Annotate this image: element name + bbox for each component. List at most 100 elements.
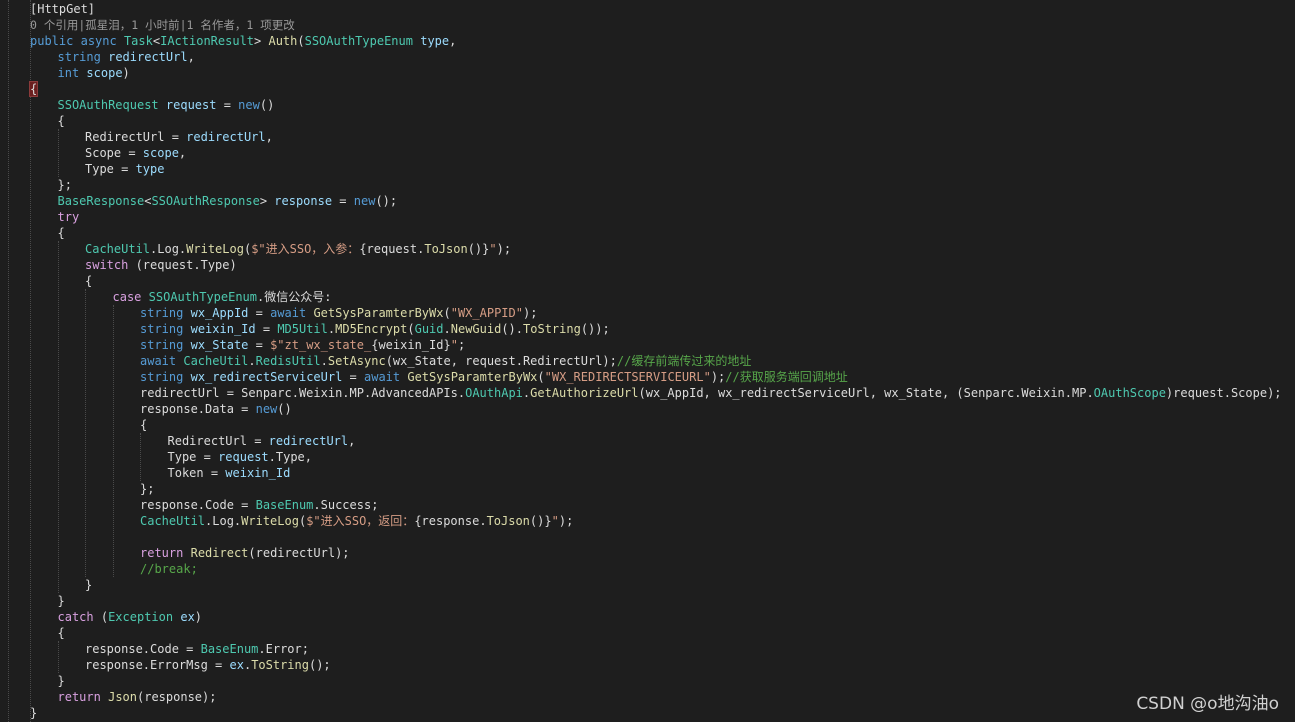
code-token: (); (308, 658, 331, 672)
code-token: new (238, 98, 260, 112)
code-text: { (58, 225, 65, 241)
code-line[interactable]: } (0, 705, 1295, 721)
code-line[interactable]: }; (0, 177, 1295, 193)
code-line[interactable]: RedirectUrl = redirectUrl, (0, 433, 1295, 449)
code-token: MD5Util (277, 322, 328, 336)
code-line[interactable]: return Json(response); (0, 689, 1295, 705)
code-token: } (30, 706, 38, 720)
code-token: . (248, 354, 256, 368)
code-token: ()} (467, 242, 490, 256)
code-token: await (140, 354, 177, 368)
code-line[interactable]: string wx_State = $"zt_wx_state_{weixin_… (0, 337, 1295, 353)
code-text: { (140, 417, 147, 433)
codelens-line[interactable]: 0 个引用|孤星泪，1 小时前|1 名作者，1 项更改 (0, 17, 1295, 33)
code-text: try (58, 209, 80, 225)
code-token: OAuthScope (1093, 386, 1166, 400)
code-line[interactable]: return Redirect(redirectUrl); (0, 545, 1295, 561)
code-token: { (57, 114, 65, 128)
code-text: //break; (140, 561, 198, 577)
code-line[interactable]: } (0, 577, 1295, 593)
code-text: await CacheUtil.RedisUtil.SetAsync(wx_St… (140, 353, 751, 369)
code-token: wx_State (190, 338, 249, 352)
code-line[interactable]: SSOAuthRequest request = new() (0, 97, 1295, 113)
code-line[interactable]: Type = type (0, 161, 1295, 177)
code-token: response (274, 194, 333, 208)
code-line[interactable]: string redirectUrl, (0, 49, 1295, 65)
code-line[interactable]: public async Task<IActionResult> Auth(SS… (0, 33, 1295, 49)
code-token: Scope = (85, 146, 143, 160)
code-text: int scope) (58, 65, 130, 81)
code-token: Auth (268, 34, 298, 48)
code-line[interactable]: response.ErrorMsg = ex.ToString(); (0, 657, 1295, 673)
code-line[interactable]: { (0, 273, 1295, 289)
code-line[interactable]: response.Data = new() (0, 401, 1295, 417)
code-token: ()} (529, 514, 552, 528)
code-line[interactable]: //break; (0, 561, 1295, 577)
code-line[interactable]: string wx_AppId = await GetSysParamterBy… (0, 305, 1295, 321)
code-token: SSOAuthRequest (57, 98, 159, 112)
code-line[interactable]: }; (0, 481, 1295, 497)
code-line[interactable]: response.Code = BaseEnum.Success; (0, 497, 1295, 513)
code-line[interactable]: RedirectUrl = redirectUrl, (0, 129, 1295, 145)
code-line[interactable]: CacheUtil.Log.WriteLog($"进入SSO，入参：{reque… (0, 241, 1295, 257)
code-line[interactable]: BaseResponse<SSOAuthResponse> response =… (0, 193, 1295, 209)
code-token: {response. (414, 514, 487, 528)
code-token: () (259, 98, 275, 112)
code-line[interactable]: CacheUtil.Log.WriteLog($"进入SSO，返回：{respo… (0, 513, 1295, 529)
code-line[interactable]: } (0, 673, 1295, 689)
code-token: public (30, 34, 74, 48)
code-line[interactable]: response.Code = BaseEnum.Error; (0, 641, 1295, 657)
code-token: scope (142, 146, 179, 160)
code-line[interactable]: int scope) (0, 65, 1295, 81)
code-line[interactable]: Type = request.Type, (0, 449, 1295, 465)
code-line[interactable]: string wx_redirectServiceUrl = await Get… (0, 369, 1295, 385)
code-line[interactable]: await CacheUtil.RedisUtil.SetAsync(wx_St… (0, 353, 1295, 369)
code-line[interactable] (0, 529, 1295, 545)
code-line[interactable]: string weixin_Id = MD5Util. MD5Encrypt(Gu… (0, 321, 1295, 337)
code-editor[interactable]: [HttpGet] 0 个引用|孤星泪，1 小时前|1 名作者，1 项更改 publ… (0, 0, 1295, 722)
code-token: { (85, 274, 93, 288)
code-token: BaseResponse (57, 194, 145, 208)
code-line[interactable]: [HttpGet] (0, 1, 1295, 17)
code-line[interactable]: case SSOAuthTypeEnum.微信公众号: (0, 289, 1295, 305)
code-token: CacheUtil (85, 242, 151, 256)
code-line[interactable]: try (0, 209, 1295, 225)
code-line[interactable]: { (0, 113, 1295, 129)
code-token: string (140, 338, 184, 352)
code-text: } (85, 577, 92, 593)
csdn-watermark: CSDN @o地沟油o (1136, 694, 1279, 714)
code-token: (wx_AppId, wx_redirectServiceUrl, wx_Sta… (638, 386, 1094, 400)
code-text: string wx_AppId = await GetSysParamterBy… (140, 305, 537, 321)
code-token: } (85, 578, 93, 592)
code-token: ) (194, 610, 203, 624)
code-token: redirectUrl (108, 50, 188, 64)
code-token: 0 个引用|孤星泪，1 小时前|1 名作者，1 项更改 (30, 18, 295, 32)
code-token: ex (229, 658, 244, 672)
code-token: $"进入SSO，返回： (306, 514, 415, 528)
code-line[interactable]: redirectUrl = Senparc.Weixin.MP.Advanced… (0, 385, 1295, 401)
code-line[interactable]: { (0, 225, 1295, 241)
code-line[interactable]: Token = weixin_Id (0, 465, 1295, 481)
code-line[interactable]: } (0, 593, 1295, 609)
code-token: ) (122, 66, 130, 80)
code-token: ( (297, 34, 305, 48)
code-token: ToJson (424, 242, 468, 256)
code-token: { (140, 418, 148, 432)
code-token: redirectUrl (186, 130, 266, 144)
code-line[interactable]: { (0, 417, 1295, 433)
code-text: { (58, 113, 65, 129)
code-token: switch (85, 258, 129, 272)
code-token: await (270, 306, 307, 320)
code-token: Json (108, 690, 137, 704)
code-line[interactable]: { (0, 625, 1295, 641)
code-token: .Type, (268, 450, 313, 464)
code-text: RedirectUrl = redirectUrl, (85, 129, 273, 145)
code-line[interactable]: { (0, 81, 1295, 97)
code-line[interactable]: catch (Exception ex) (0, 609, 1295, 625)
code-line[interactable]: Scope = scope, (0, 145, 1295, 161)
code-line[interactable]: switch (request.Type) (0, 257, 1295, 273)
